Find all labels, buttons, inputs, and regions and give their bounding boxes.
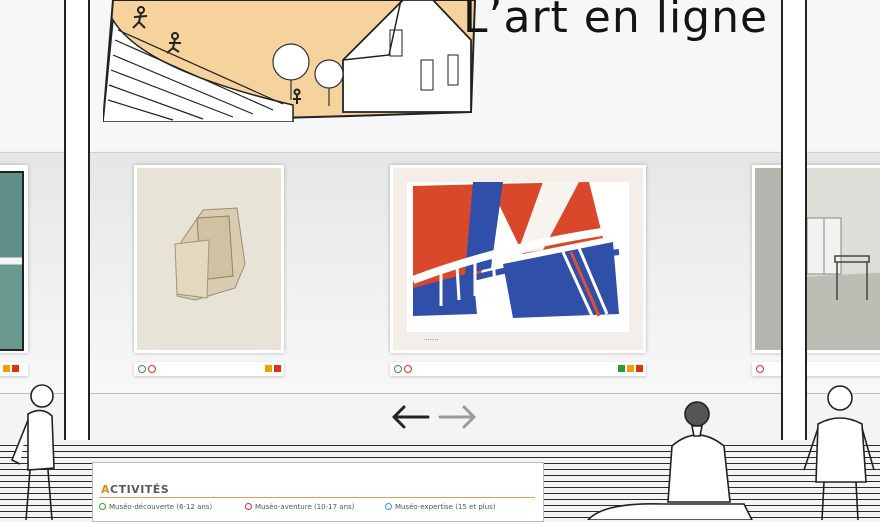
arrow-right-icon bbox=[438, 405, 476, 429]
artwork-status-bar bbox=[390, 362, 646, 376]
artwork-image: ....... bbox=[393, 168, 643, 350]
artwork-card-red-blue-print[interactable]: ....... bbox=[390, 165, 646, 353]
site-title: L’art en ligne bbox=[463, 0, 769, 43]
circle-icon bbox=[385, 503, 392, 510]
activity-link-expertise[interactable]: Muséo-expertise (15 et plus) bbox=[385, 503, 496, 511]
circle-icon bbox=[99, 503, 106, 510]
artwork-image bbox=[755, 168, 880, 350]
artwork-image bbox=[0, 171, 24, 351]
status-square bbox=[265, 365, 272, 372]
svg-text:.......: ....... bbox=[423, 334, 439, 342]
header-illustration bbox=[103, 0, 477, 122]
artwork-card-partial-left[interactable] bbox=[0, 165, 28, 353]
status-dot bbox=[394, 365, 402, 373]
artwork-card-paper-collage[interactable] bbox=[134, 165, 284, 353]
activities-divider bbox=[99, 497, 535, 498]
activity-link-aventure[interactable]: Muséo-aventure (10-17 ans) bbox=[245, 503, 354, 511]
status-square bbox=[12, 365, 19, 372]
next-button[interactable] bbox=[438, 400, 478, 434]
status-dot bbox=[404, 365, 412, 373]
previous-button[interactable] bbox=[390, 400, 430, 434]
status-dot bbox=[148, 365, 156, 373]
artwork-image bbox=[137, 168, 281, 350]
status-dot bbox=[138, 365, 146, 373]
visitor-figure-seated bbox=[586, 401, 753, 520]
activities-title: ACTIVITÉS bbox=[101, 483, 170, 496]
arrow-left-icon bbox=[392, 405, 430, 429]
artwork-status-bar bbox=[0, 362, 28, 376]
activities-panel: ACTIVITÉS Muséo-découverte (6-12 ans) Mu… bbox=[92, 462, 544, 522]
circle-icon bbox=[245, 503, 252, 510]
activity-link-decouverte[interactable]: Muséo-découverte (6-12 ans) bbox=[99, 503, 212, 511]
status-square bbox=[274, 365, 281, 372]
visitor-figure-left bbox=[10, 384, 55, 520]
artwork-status-bar bbox=[134, 362, 284, 376]
status-square bbox=[3, 365, 10, 372]
status-square bbox=[636, 365, 643, 372]
status-square bbox=[618, 365, 625, 372]
artwork-card-room-photo[interactable] bbox=[752, 165, 880, 353]
artwork-status-bar bbox=[752, 362, 880, 376]
status-dot bbox=[756, 365, 764, 373]
visitor-figure-right bbox=[803, 385, 875, 520]
status-square bbox=[627, 365, 634, 372]
